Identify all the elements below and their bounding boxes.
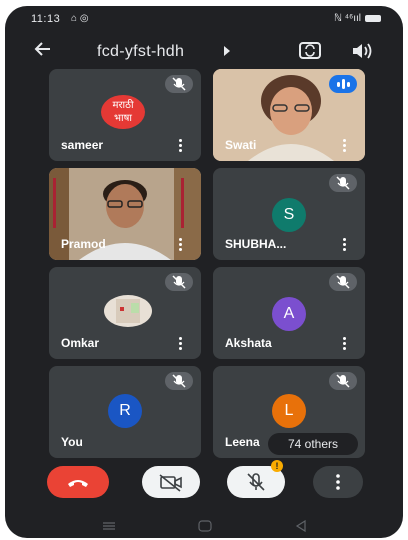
participant-name: Omkar xyxy=(61,336,100,350)
more-vert-icon xyxy=(336,474,340,490)
mic-off-icon xyxy=(165,372,193,390)
more-vert-icon[interactable] xyxy=(179,139,183,152)
speaking-indicator-icon xyxy=(329,75,357,93)
mic-off-icon xyxy=(165,75,193,93)
participant-tile-pramod[interactable]: Pramod xyxy=(49,168,201,260)
participant-tile-you[interactable]: R You xyxy=(49,366,201,458)
avatar: L xyxy=(272,394,306,428)
speaker-icon[interactable] xyxy=(351,42,373,60)
camera-off-button[interactable] xyxy=(142,466,200,498)
switch-camera-icon[interactable] xyxy=(299,40,321,60)
status-time: 11:13 xyxy=(31,13,61,25)
end-call-button[interactable] xyxy=(47,466,109,498)
more-options-button[interactable] xyxy=(313,466,363,498)
avatar: S xyxy=(272,198,306,232)
end-call-icon xyxy=(68,480,88,487)
mic-off-icon xyxy=(329,372,357,390)
others-count-pill[interactable]: 74 others xyxy=(268,433,358,455)
avatar: R xyxy=(108,394,142,428)
status-notification-icons: ⌂ ◎ xyxy=(71,13,89,24)
back-icon[interactable] xyxy=(295,519,306,533)
participant-name: Leena xyxy=(225,435,260,449)
call-controls: ! xyxy=(5,460,403,506)
status-signal: ℕ ⁴⁶ııl xyxy=(334,13,381,24)
mic-off-icon xyxy=(329,174,357,192)
participant-tile-akshata[interactable]: A Akshata xyxy=(213,267,365,359)
mic-off-icon xyxy=(329,273,357,291)
participant-name: sameer xyxy=(61,138,104,152)
home-icon[interactable] xyxy=(198,520,212,532)
avatar-photo xyxy=(104,295,152,327)
more-vert-icon[interactable] xyxy=(343,139,347,152)
participant-name: Swati xyxy=(225,138,257,152)
participant-name: You xyxy=(61,435,83,449)
chevron-right-icon[interactable] xyxy=(223,46,231,59)
videocam-off-icon xyxy=(159,474,182,492)
notification-badge: ! xyxy=(271,460,283,472)
participant-tile-swati[interactable]: Swati xyxy=(213,69,365,161)
participant-name: Akshata xyxy=(225,336,272,350)
participant-tile-shubha[interactable]: S SHUBHA... xyxy=(213,168,365,260)
participant-name: SHUBHA... xyxy=(225,237,287,251)
phone-screen: 11:13 ⌂ ◎ ℕ ⁴⁶ııl fcd-yfst-hdh मराठी भाष… xyxy=(5,6,403,538)
status-bar: 11:13 ⌂ ◎ ℕ ⁴⁶ııl xyxy=(5,6,403,32)
avatar: A xyxy=(272,297,306,331)
participant-tile-sameer[interactable]: मराठी भाषा sameer xyxy=(49,69,201,161)
marathi-logo-avatar: मराठी भाषा xyxy=(101,95,145,129)
participant-tile-omkar[interactable]: Omkar xyxy=(49,267,201,359)
meeting-code[interactable]: fcd-yfst-hdh xyxy=(97,43,184,61)
mic-off-icon xyxy=(165,273,193,291)
participant-name: Pramod xyxy=(61,237,106,251)
system-nav-bar xyxy=(5,514,403,538)
more-vert-icon[interactable] xyxy=(343,238,347,251)
more-vert-icon[interactable] xyxy=(343,337,347,350)
back-arrow-icon[interactable] xyxy=(33,39,53,65)
meeting-top-bar: fcd-yfst-hdh xyxy=(5,36,403,70)
more-vert-icon[interactable] xyxy=(179,238,183,251)
recents-icon[interactable] xyxy=(103,522,115,530)
battery-icon xyxy=(365,14,381,22)
more-vert-icon[interactable] xyxy=(179,337,183,350)
